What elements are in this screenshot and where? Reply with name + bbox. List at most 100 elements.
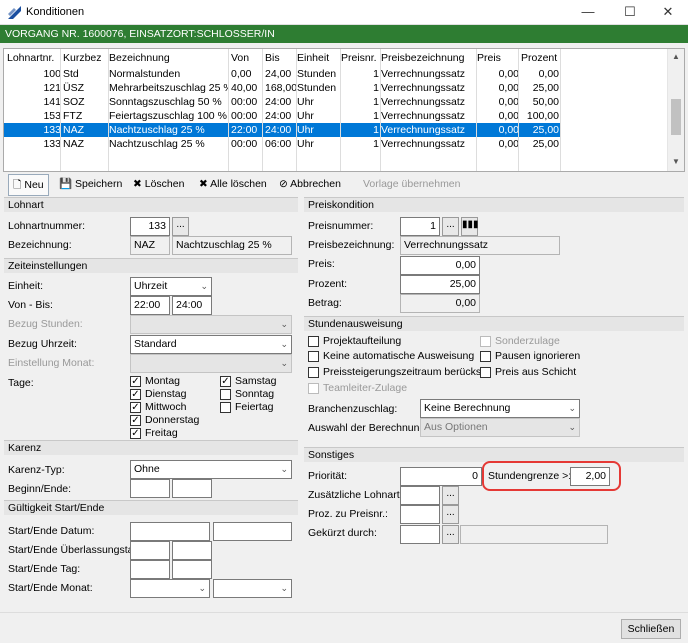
calc-select[interactable]: Aus Optionen ⌄ [420, 418, 580, 437]
lohnart-number-field[interactable]: 133 [130, 217, 170, 236]
shortened-lookup-button[interactable]: ... [442, 525, 459, 544]
lohnart-lookup-button[interactable]: ... [172, 217, 189, 236]
price-lookup-button[interactable]: ... [442, 217, 459, 236]
grid-column-header[interactable]: Einheit [296, 51, 340, 65]
table-cell: Mehrarbeitszuschlag 25 % [109, 82, 228, 94]
check-icon: ✓ [220, 376, 231, 387]
conditions-grid[interactable]: Lohnartnr. Kurzbez. Bezeichnung Von Bis Einhe… [3, 48, 685, 172]
maximize-button[interactable]: ☐ [610, 0, 650, 25]
start-month-select[interactable]: ⌄ [130, 579, 210, 598]
price-field[interactable]: 0,00 [400, 256, 480, 275]
grid-column-header[interactable]: Prozent [520, 51, 560, 65]
checkbox-holiday[interactable]: Feiertag [220, 401, 274, 415]
grid-column-header[interactable]: Preisnr. [340, 51, 380, 65]
start-date-field[interactable] [130, 522, 210, 541]
highlight-annotation [482, 461, 621, 491]
overlap-start-field[interactable] [130, 541, 170, 560]
checkbox-sunday[interactable]: Sonntag [220, 388, 274, 402]
table-cell: 00:00 [231, 96, 258, 108]
grid-column-header[interactable]: Preisbezeichnung [380, 51, 476, 65]
chart-icon[interactable]: ▮▮▮ [461, 217, 479, 236]
delete-all-button[interactable]: ✖ Alle löschen [195, 174, 271, 196]
unit-label: Einheit: [8, 280, 44, 292]
grid-column-header[interactable]: Lohnartnr. [6, 51, 62, 65]
scroll-thumb[interactable] [671, 99, 681, 135]
checkbox-thursday[interactable]: ✓ Donnerstag [130, 414, 199, 428]
app-logo-icon [8, 6, 21, 19]
checkbox-team-lead[interactable]: Teamleiter-Zulage [308, 382, 407, 396]
chevron-down-icon: ⌄ [568, 422, 576, 432]
checkbox-project[interactable]: Projektaufteilung [308, 335, 401, 349]
scroll-down-icon[interactable]: ▼ [668, 154, 684, 170]
proz-price-field[interactable] [400, 505, 440, 524]
new-button[interactable]: 🗋 Neu [8, 174, 49, 196]
shortened-field[interactable] [400, 525, 440, 544]
proz-price-lookup-button[interactable]: ... [442, 505, 459, 524]
checkbox-saturday[interactable]: ✓ Samstag [220, 375, 276, 389]
price-increase-label: Preissteigerungszeitraum berücks. [323, 366, 485, 378]
checkbox-ignore-breaks[interactable]: Pausen ignorieren [480, 350, 580, 364]
to-time-field[interactable]: 24:00 [172, 296, 212, 315]
table-cell: NAZ [63, 138, 84, 150]
grid-column-header[interactable]: Bezeichnung [108, 51, 228, 65]
table-cell: 0,00 [498, 68, 519, 80]
table-cell: 100,00 [526, 110, 559, 122]
table-cell: Uhr [297, 96, 314, 108]
grid-column-header[interactable]: Preis [476, 51, 520, 65]
checkbox-friday[interactable]: ✓ Freitag [130, 427, 178, 441]
table-cell: 25,00 [532, 138, 559, 150]
price-number-label: Preisnummer: [308, 220, 374, 232]
checkbox-monday[interactable]: ✓ Montag [130, 375, 180, 389]
friday-label: Freitag [145, 427, 178, 439]
priority-label: Priorität: [308, 470, 348, 482]
minimize-button[interactable]: — [568, 0, 608, 25]
month-setting-select[interactable]: ⌄ [130, 354, 292, 373]
table-cell: 24:00 [265, 96, 292, 108]
end-month-select[interactable]: ⌄ [213, 579, 292, 598]
grid-column-header[interactable]: Bis [264, 51, 298, 65]
overlap-end-field[interactable] [172, 541, 212, 560]
title-bar: Konditionen — ☐ ✕ [0, 0, 688, 25]
from-time-field[interactable]: 22:00 [130, 296, 170, 315]
grid-column-header[interactable]: Kurzbez. [62, 51, 102, 65]
karenz-begin-field[interactable] [130, 479, 170, 498]
price-number-field[interactable]: 1 [400, 217, 440, 236]
grid-scrollbar[interactable]: ▲ ▼ [667, 49, 684, 171]
delete-button[interactable]: ✖ Löschen [129, 174, 188, 196]
checkbox-special[interactable]: Sonderzulage [480, 335, 560, 349]
end-day-field[interactable] [172, 560, 212, 579]
save-button[interactable]: 💾 Speichern [55, 174, 126, 196]
checkbox-wednesday[interactable]: ✓ Mittwoch [130, 401, 186, 415]
branch-select[interactable]: Keine Berechnung ⌄ [420, 399, 580, 418]
delete-all-icon: ✖ [199, 178, 208, 190]
ref-hours-select[interactable]: ⌄ [130, 315, 292, 334]
extra-wage-lookup-button[interactable]: ... [442, 486, 459, 505]
toolbar: 🗋 Neu 💾 Speichern ✖ Löschen ✖ Alle lösch… [3, 174, 685, 196]
from-to-label: Von - Bis: [8, 299, 53, 311]
unit-select[interactable]: Uhrzeit ⌄ [130, 277, 212, 296]
table-cell: 133 [43, 138, 61, 150]
apply-template-button[interactable]: Vorlage übernehmen [359, 174, 465, 196]
holiday-label: Feiertag [235, 401, 274, 413]
close-dialog-button[interactable]: Schließen [621, 619, 681, 639]
end-date-field[interactable] [213, 522, 292, 541]
grid-column-header[interactable]: Von [230, 51, 264, 65]
start-day-field[interactable] [130, 560, 170, 579]
table-cell: Normalstunden [109, 68, 181, 80]
percent-field[interactable]: 25,00 [400, 275, 480, 294]
monday-label: Montag [145, 375, 181, 387]
close-window-button[interactable]: ✕ [648, 0, 688, 25]
karenz-end-field[interactable] [172, 479, 212, 498]
scroll-up-icon[interactable]: ▲ [668, 49, 684, 65]
priority-field[interactable]: 0 [400, 467, 482, 486]
karenz-type-select[interactable]: Ohne ⌄ [130, 460, 292, 479]
checkbox-no-auto[interactable]: Keine automatische Ausweisung [308, 350, 474, 364]
price-desc-field: Verrechnungssatz [400, 236, 560, 255]
extra-wage-field[interactable] [400, 486, 440, 505]
checkbox-price-increase[interactable]: Preissteigerungszeitraum berücks. [308, 366, 484, 380]
divider [0, 612, 688, 613]
cancel-button[interactable]: ⊘ Abbrechen [275, 174, 345, 196]
checkbox-tuesday[interactable]: ✓ Dienstag [130, 388, 186, 402]
checkbox-price-shift[interactable]: Preis aus Schicht [480, 366, 576, 380]
ref-time-select[interactable]: Standard ⌄ [130, 335, 292, 354]
